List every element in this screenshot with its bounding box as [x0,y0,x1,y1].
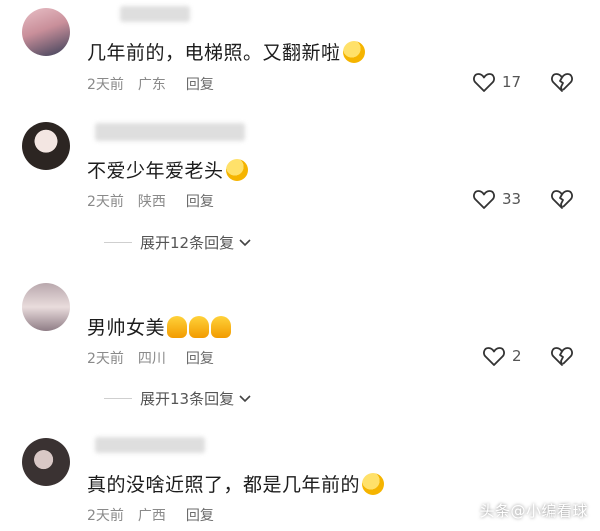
comment-text-content: 不爱少年爱老头 [87,160,224,182]
dislike-broken-heart-icon[interactable] [550,345,574,367]
like-button[interactable]: 17 [472,71,521,93]
avatar[interactable] [22,283,70,331]
expand-replies-label: 展开13条回复 [140,390,235,408]
reply-button[interactable]: 回复 [186,77,214,93]
expand-replies-button[interactable]: 展开12条回复 [104,232,252,253]
like-count: 2 [512,347,522,365]
watermark: 头条@小编看球 [479,502,588,520]
avatar[interactable] [22,122,70,170]
like-count: 17 [502,73,522,91]
username-blurred [95,123,245,141]
heart-icon [473,190,495,209]
like-count: 33 [502,190,522,208]
avatar[interactable] [22,8,70,56]
avatar[interactable] [22,438,70,486]
dislike-broken-heart-icon[interactable] [550,188,574,210]
chevron-down-icon [239,238,251,246]
reply-button[interactable]: 回复 [186,508,214,524]
comment-meta: 2天前 广西 回复 [87,505,228,525]
comment-location: 广东 [137,77,166,93]
smile-emoji-icon [362,473,385,495]
comment-text: 男帅女美 [87,313,232,340]
reply-button[interactable]: 回复 [186,351,214,367]
reply-button[interactable]: 回复 [186,194,214,210]
comment-text: 真的没啥近照了，都是几年前的 [87,470,385,497]
comment-text-content: 几年前的，电梯照。又翻新啦 [87,42,341,64]
laughing-tears-emoji-icon [225,159,248,181]
expand-replies-button[interactable]: 展开13条回复 [104,388,252,409]
comment-location: 陕西 [137,194,166,210]
comment-location: 四川 [137,351,166,367]
comment-meta: 2天前 陕西 回复 [87,191,228,211]
like-button[interactable]: 2 [482,345,522,367]
username-blurred [95,437,205,453]
thumbs-up-emoji-icon [189,316,210,338]
comment-text: 几年前的，电梯照。又翻新啦 [87,38,365,65]
username-blurred [120,6,190,22]
divider-line [104,242,132,243]
divider-line [104,398,132,399]
thumbs-up-emoji-icon [167,316,188,338]
comment-meta: 2天前 四川 回复 [87,348,228,368]
comment-meta: 2天前 广东 回复 [87,74,228,94]
comment-text-content: 真的没啥近照了，都是几年前的 [87,474,361,496]
comment-text: 不爱少年爱老头 [87,156,248,183]
smile-emoji-icon [342,41,365,63]
heart-icon [483,347,505,366]
comment-time: 2天前 [87,508,124,524]
dislike-broken-heart-icon[interactable] [550,71,574,93]
comment-time: 2天前 [87,194,124,210]
comment-location: 广西 [137,508,166,524]
chevron-down-icon [239,394,251,402]
heart-icon [473,73,495,92]
comment-time: 2天前 [87,351,124,367]
comment-time: 2天前 [87,77,124,93]
expand-replies-label: 展开12条回复 [140,234,235,252]
like-button[interactable]: 33 [472,188,521,210]
thumbs-up-emoji-icon [211,316,232,338]
comment-text-content: 男帅女美 [87,317,166,339]
